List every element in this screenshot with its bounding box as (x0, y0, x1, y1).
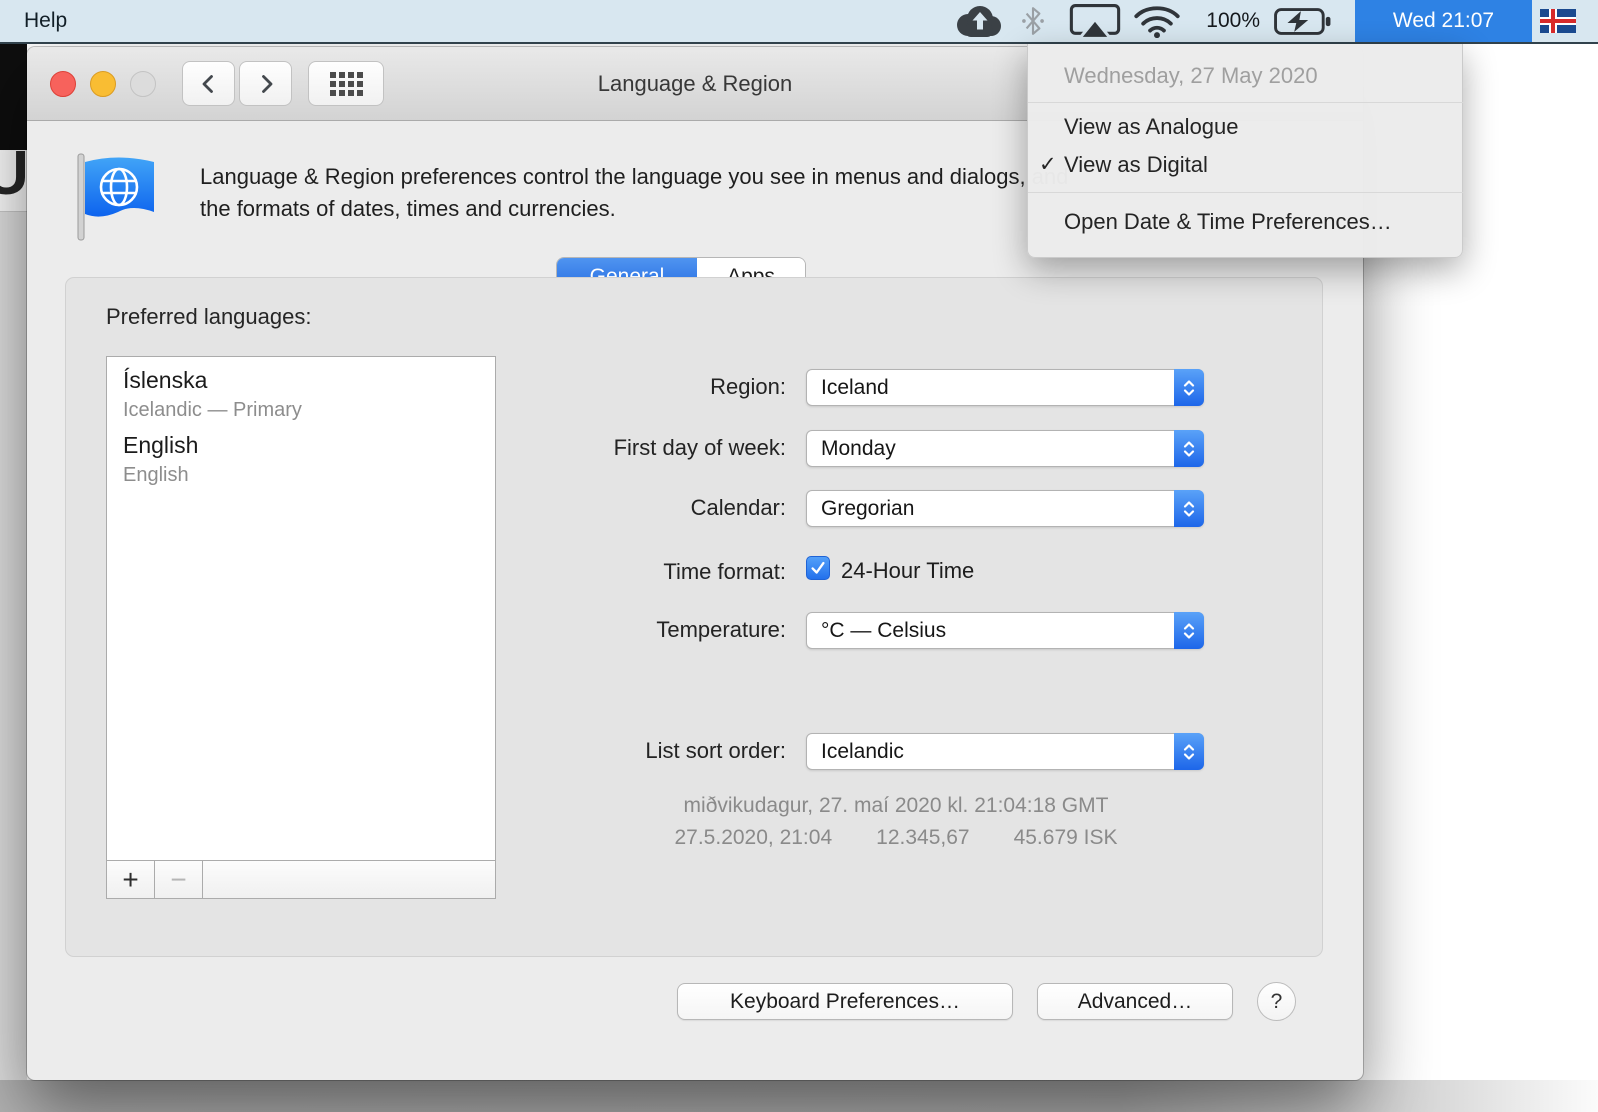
advanced-button[interactable]: Advanced… (1037, 983, 1233, 1020)
sample-currency: 45.679 ISK (1014, 826, 1118, 850)
chevron-left-icon (197, 72, 221, 96)
format-sample-text: miðvikudagur, 27. maí 2020 kl. 21:04:18 … (586, 794, 1206, 850)
temperature-label: Temperature: (456, 617, 786, 643)
calendar-popup[interactable]: Gregorian (806, 490, 1204, 527)
language-region-pref-icon (70, 150, 160, 244)
region-popup[interactable]: Iceland (806, 369, 1204, 406)
temperature-popup[interactable]: °C — Celsius (806, 612, 1204, 649)
zoom-button[interactable] (130, 71, 156, 97)
grid-icon (330, 72, 363, 96)
background-window-dark-area (0, 44, 27, 150)
preferred-languages-label: Preferred languages: (106, 304, 311, 330)
list-sort-order-popup[interactable]: Icelandic (806, 733, 1204, 770)
popup-stepper-icon (1174, 612, 1204, 649)
show-all-preferences-button[interactable] (308, 61, 384, 106)
calendar-label: Calendar: (456, 495, 786, 521)
sample-number: 12.345,67 (876, 826, 969, 850)
menu-item-view-as-digital[interactable]: ✓ View as Digital (1028, 146, 1464, 184)
add-language-button[interactable]: + (107, 861, 155, 898)
24-hour-time-checkbox[interactable] (806, 556, 830, 580)
menu-bar: Help 100% (0, 0, 1598, 44)
first-day-popup[interactable]: Monday (806, 430, 1204, 467)
clock-dropdown-menu: Wednesday, 27 May 2020 View as Analogue … (1027, 44, 1463, 258)
forward-button[interactable] (239, 61, 292, 106)
minimize-button[interactable] (90, 71, 116, 97)
help-button[interactable]: ? (1257, 982, 1296, 1021)
popup-stepper-icon (1174, 733, 1204, 770)
sample-long-date: miðvikudagur, 27. maí 2020 kl. 21:04:18 … (586, 794, 1206, 818)
language-list-footer: + − (106, 861, 496, 899)
back-button[interactable] (182, 61, 235, 106)
checkmark-icon: ✓ (1039, 146, 1063, 184)
popup-stepper-icon (1174, 490, 1204, 527)
time-format-label: Time format: (456, 559, 786, 585)
background-window-text-area: Up (0, 150, 27, 212)
keyboard-preferences-button[interactable]: Keyboard Preferences… (677, 983, 1013, 1020)
desktop-bottom-strip (0, 1080, 1598, 1112)
bluetooth-icon[interactable] (1018, 0, 1048, 42)
region-label: Region: (456, 374, 786, 400)
list-footer-filler (203, 861, 495, 898)
cloud-upload-icon[interactable] (952, 0, 1004, 42)
menu-separator (1028, 102, 1464, 103)
menu-separator (1028, 192, 1464, 193)
input-source-flag-iceland-icon[interactable] (1540, 9, 1576, 33)
background-clipped-text: Up (0, 150, 27, 209)
airplay-display-icon[interactable] (1068, 0, 1122, 42)
menu-item-open-date-time-preferences[interactable]: Open Date & Time Preferences… (1028, 200, 1464, 244)
chevron-right-icon (254, 72, 278, 96)
list-item-islenska[interactable]: Íslenska Icelandic — Primary (107, 357, 495, 422)
battery-charging-icon[interactable] (1272, 0, 1334, 42)
menu-item-help[interactable]: Help (14, 0, 77, 42)
preferred-languages-list[interactable]: Íslenska Icelandic — Primary English Eng… (106, 356, 496, 861)
general-tab-panel: Preferred languages: Íslenska Icelandic … (65, 277, 1323, 957)
menu-item-view-as-analogue[interactable]: View as Analogue (1028, 108, 1464, 146)
remove-language-button[interactable]: − (155, 861, 203, 898)
wifi-icon[interactable] (1132, 0, 1182, 42)
menu-bar-clock[interactable]: Wed 21:07 (1355, 0, 1532, 42)
popup-stepper-icon (1174, 430, 1204, 467)
list-sort-order-label: List sort order: (456, 738, 786, 764)
popup-stepper-icon (1174, 369, 1204, 406)
24-hour-time-label: 24-Hour Time (841, 558, 974, 584)
close-button[interactable] (50, 71, 76, 97)
battery-percentage: 100% (1190, 0, 1260, 42)
list-item-english[interactable]: English English (107, 422, 495, 487)
menu-item-date: Wednesday, 27 May 2020 (1064, 54, 1318, 98)
sample-short-date: 27.5.2020, 21:04 (674, 826, 832, 850)
check-icon (809, 559, 827, 577)
first-day-label: First day of week: (456, 435, 786, 461)
